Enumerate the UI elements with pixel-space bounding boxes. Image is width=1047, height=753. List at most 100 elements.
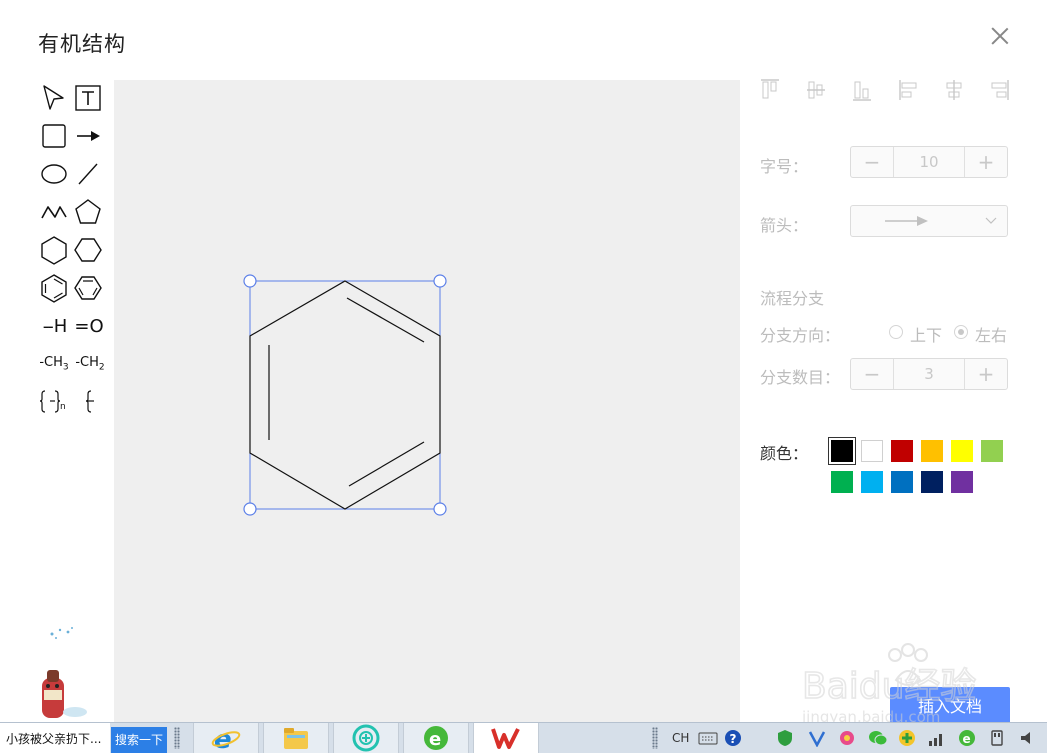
color-swatch-5[interactable] xyxy=(951,440,973,462)
align-middle-icon[interactable] xyxy=(806,78,826,102)
branch-count-stepper[interactable]: − 3 + xyxy=(850,358,1008,390)
direction-vertical-label[interactable]: 上下 xyxy=(910,322,942,346)
branch-count-increase-button[interactable]: + xyxy=(964,359,1007,389)
align-right-icon[interactable] xyxy=(990,78,1010,102)
font-size-decrease-button[interactable]: − xyxy=(851,147,894,177)
font-size-label: 字号： xyxy=(760,157,809,176)
taskbar-app-green-browser[interactable]: e xyxy=(403,723,469,753)
drawing-canvas[interactable] xyxy=(114,80,740,722)
branch-count-label: 分支数目： xyxy=(760,368,841,387)
arrow-preview-icon xyxy=(917,216,928,226)
branch-count-decrease-button[interactable]: − xyxy=(851,359,894,389)
align-bottom-icon[interactable] xyxy=(852,78,872,102)
pentagon-icon[interactable] xyxy=(72,196,104,228)
ellipse-icon[interactable] xyxy=(38,158,70,190)
direction-horizontal-label[interactable]: 左右 xyxy=(975,322,1007,346)
file-explorer-icon xyxy=(284,728,308,749)
repeat-unit-tool[interactable]: n xyxy=(36,386,72,418)
wps-icon xyxy=(491,728,520,749)
color-swatch-2[interactable] xyxy=(861,440,883,462)
organic-structure-dialog: 有机结构 --H =O -CH3 -CH2 n 字号： − 10 + 箭头： 流… xyxy=(0,0,1047,726)
alignment-toolbar xyxy=(760,78,1030,102)
align-center-icon[interactable] xyxy=(944,78,964,102)
insert-document-button[interactable]: 插入文档 xyxy=(890,687,1010,725)
color-swatch-8[interactable] xyxy=(861,471,883,493)
taskbar-news-text[interactable]: 小孩被父亲扔下... xyxy=(0,723,110,753)
close-icon[interactable] xyxy=(988,24,1012,48)
font-size-increase-button[interactable]: + xyxy=(964,147,1007,177)
flow-branch-title: 流程分支 xyxy=(760,289,825,308)
color-swatch-1[interactable] xyxy=(828,437,856,465)
benzene-icon[interactable] xyxy=(38,272,70,304)
svg-text:?: ? xyxy=(730,732,737,746)
system-tray: CH ? e xyxy=(660,723,1047,753)
text-icon[interactable] xyxy=(72,82,104,114)
color-swatch-7[interactable] xyxy=(831,471,853,493)
language-indicator[interactable]: CH xyxy=(672,729,689,747)
properties-panel: 字号： − 10 + 箭头： 流程分支 分支方向： 上下 左右 分支数目： − … xyxy=(750,78,1030,718)
usb-icon[interactable] xyxy=(988,729,1006,747)
arrow-style-select[interactable] xyxy=(850,205,1008,237)
mascot-bottle-icon xyxy=(42,627,87,718)
align-top-icon[interactable] xyxy=(760,78,780,102)
green-browser-icon: e xyxy=(424,726,448,750)
taskbar-app-explorer[interactable] xyxy=(263,723,329,753)
resize-handle-top-right xyxy=(433,274,447,288)
security-plus-icon[interactable] xyxy=(898,729,916,747)
color-swatch-11[interactable] xyxy=(951,471,973,493)
svg-text:e: e xyxy=(429,729,441,750)
line-icon[interactable] xyxy=(72,158,104,190)
ie-icon: e xyxy=(211,725,241,752)
taskbar: 小孩被父亲扔下... 搜索一下 e e CH ? e xyxy=(0,722,1047,753)
hexagon-flat-icon[interactable] xyxy=(72,234,104,266)
methyl-tool[interactable]: -CH3 xyxy=(36,348,72,380)
hydrogen-tool[interactable]: --H xyxy=(38,310,72,342)
methylene-label: -CH xyxy=(75,355,99,371)
shield-icon[interactable] xyxy=(776,729,794,747)
direction-horizontal-radio[interactable] xyxy=(954,325,968,339)
double-bond-2 xyxy=(348,441,425,487)
resize-handle-bottom-left xyxy=(243,502,257,516)
antivirus-icon[interactable] xyxy=(808,729,826,747)
taskbar-app-wps[interactable] xyxy=(473,723,539,753)
keyboard-icon[interactable] xyxy=(698,729,718,747)
rectangle-icon[interactable] xyxy=(38,120,70,152)
color-swatch-3[interactable] xyxy=(891,440,913,462)
repeat-subscript: n xyxy=(60,402,66,412)
color-swatch-10[interactable] xyxy=(921,471,943,493)
resize-handle-bottom-right xyxy=(433,502,447,516)
font-size-value[interactable]: 10 xyxy=(893,147,965,177)
direction-vertical-radio[interactable] xyxy=(889,325,903,339)
carbonyl-tool[interactable]: =O xyxy=(72,310,106,342)
hexagon-icon[interactable] xyxy=(38,234,70,266)
color-swatch-4[interactable] xyxy=(921,440,943,462)
help-icon[interactable]: ? xyxy=(724,729,742,747)
font-size-stepper[interactable]: − 10 + xyxy=(850,146,1008,178)
volume-icon[interactable] xyxy=(1018,729,1036,747)
pointer-icon[interactable] xyxy=(38,82,70,114)
arrow-icon[interactable] xyxy=(72,120,104,152)
hydrogen-label: -H xyxy=(47,315,68,337)
color-swatch-6[interactable] xyxy=(981,440,1003,462)
color-swatch-9[interactable] xyxy=(891,471,913,493)
taskbar-grip[interactable] xyxy=(174,727,180,749)
methylene-tool[interactable]: -CH2 xyxy=(72,348,108,380)
chevron-down-icon xyxy=(985,217,997,224)
align-left-icon[interactable] xyxy=(898,78,918,102)
signal-icon[interactable] xyxy=(928,729,946,747)
browser-tray-icon[interactable]: e xyxy=(958,729,976,747)
wechat-icon[interactable] xyxy=(868,729,888,747)
taskbar-grip-tray[interactable] xyxy=(652,727,658,749)
taskbar-search-button[interactable]: 搜索一下 xyxy=(111,727,167,753)
colorful-app-icon[interactable] xyxy=(838,729,856,747)
benzene-drawing xyxy=(243,274,447,516)
browser-plus-icon xyxy=(352,724,380,752)
branch-count-value[interactable]: 3 xyxy=(893,359,965,389)
benzene-flat-icon[interactable] xyxy=(72,272,104,304)
bracket-tool[interactable] xyxy=(72,386,106,418)
taskbar-app-ie[interactable]: e xyxy=(193,723,259,753)
taskbar-app-browser-plus[interactable] xyxy=(333,723,399,753)
carbonyl-label: =O xyxy=(74,315,104,337)
resize-handle-top-left xyxy=(243,274,257,288)
zigzag-icon[interactable] xyxy=(38,196,70,228)
